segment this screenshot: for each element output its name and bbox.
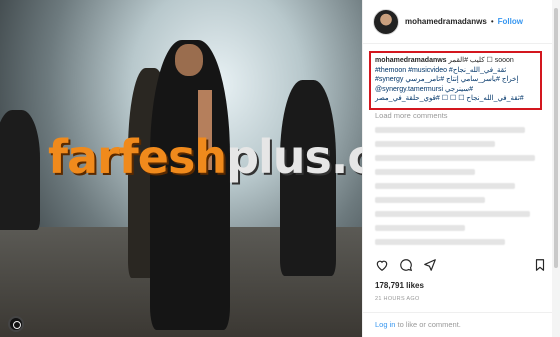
likes-count[interactable]: 178,791 likes [375,281,424,290]
blurred-comment [375,183,515,189]
load-more-comments[interactable]: Load more comments [375,111,448,120]
blurred-comment [375,211,530,217]
caption-username[interactable]: mohamedramadanws [375,57,447,64]
watermark-part2: plus.com [226,130,362,184]
caption-tags[interactable]: ثقة_في_الله_نجاح ☐ ☐ ☐ #قوي_حلقة_في_مصر# [375,94,536,104]
blurred-comment [375,239,505,245]
bookmark-icon[interactable] [533,258,547,272]
blurred-comment [375,127,525,133]
comment-icon[interactable] [399,258,413,272]
caption-line: mohamedramadanws كليب #القمر ☐ sooon [375,56,536,66]
post-sidebar: mohamedramadanws • Follow mohamedramadan… [362,0,560,337]
post-photo[interactable]: farfeshplus.com [0,0,362,337]
username-link[interactable]: mohamedramadanws [405,17,487,26]
action-bar [373,258,553,276]
scrollbar[interactable] [552,0,560,337]
watermark-logo: farfeshplus.com [48,130,362,184]
share-icon[interactable] [423,258,437,272]
login-prompt: Log in to like or comment. [363,312,560,336]
login-link[interactable]: Log in [375,320,395,329]
caption-hashtags[interactable]: #themoon #musicvideo #ثقة_في_الله_نجاح [375,66,536,76]
watermark-part1: farfesh [48,130,227,184]
separator-dot: • [490,17,494,26]
camera-badge-icon [8,316,24,332]
post-timestamp: 21 HOURS AGO [375,296,420,302]
blurred-comment [375,155,535,161]
blurred-comment [375,197,485,203]
caption-highlight-box: mohamedramadanws كليب #القمر ☐ sooon #th… [369,51,542,110]
login-prompt-text: to like or comment. [395,320,461,329]
instagram-post: farfeshplus.com mohamedramadanws • Follo… [0,0,560,337]
lead-singer [150,40,230,330]
heart-icon[interactable] [375,258,389,272]
left-performer [0,110,40,230]
caption-text: كليب #القمر ☐ sooon [446,57,514,64]
blurred-comment [375,141,495,147]
blurred-comment [375,169,475,175]
avatar[interactable] [373,8,399,35]
caption-mention[interactable]: @synergy.tamermursi سينرجي# [375,85,536,95]
post-header: mohamedramadanws • Follow [363,0,560,44]
follow-button[interactable]: Follow [498,17,523,26]
singer-face [175,44,203,76]
caption-credits[interactable]: #synergy إخراج #ياسر_سامي إنتاج #تامر_مر… [375,75,536,85]
blurred-comment [375,225,465,231]
